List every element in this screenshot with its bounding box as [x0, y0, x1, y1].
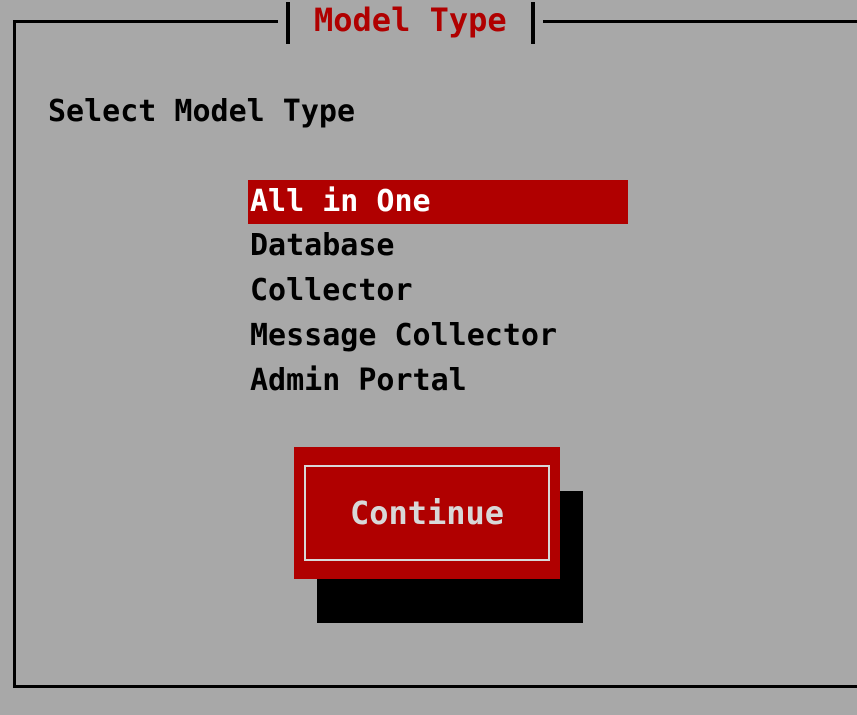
menu-item-collector[interactable]: Collector: [248, 269, 628, 314]
title-right-bracket: [530, 2, 535, 44]
menu-item-admin-portal[interactable]: Admin Portal: [248, 359, 628, 404]
continue-button-label: Continue: [304, 465, 550, 561]
continue-button[interactable]: Continue: [294, 447, 560, 579]
menu-item-all-in-one[interactable]: All in One: [248, 180, 628, 224]
dialog-title: Model Type: [314, 1, 507, 39]
menu-item-database[interactable]: Database: [248, 224, 628, 269]
menu-item-message-collector[interactable]: Message Collector: [248, 314, 628, 359]
prompt-label: Select Model Type: [48, 94, 356, 129]
dialog-title-bar: Model Type: [278, 0, 543, 44]
model-type-list: All in One Database Collector Message Co…: [248, 180, 628, 404]
